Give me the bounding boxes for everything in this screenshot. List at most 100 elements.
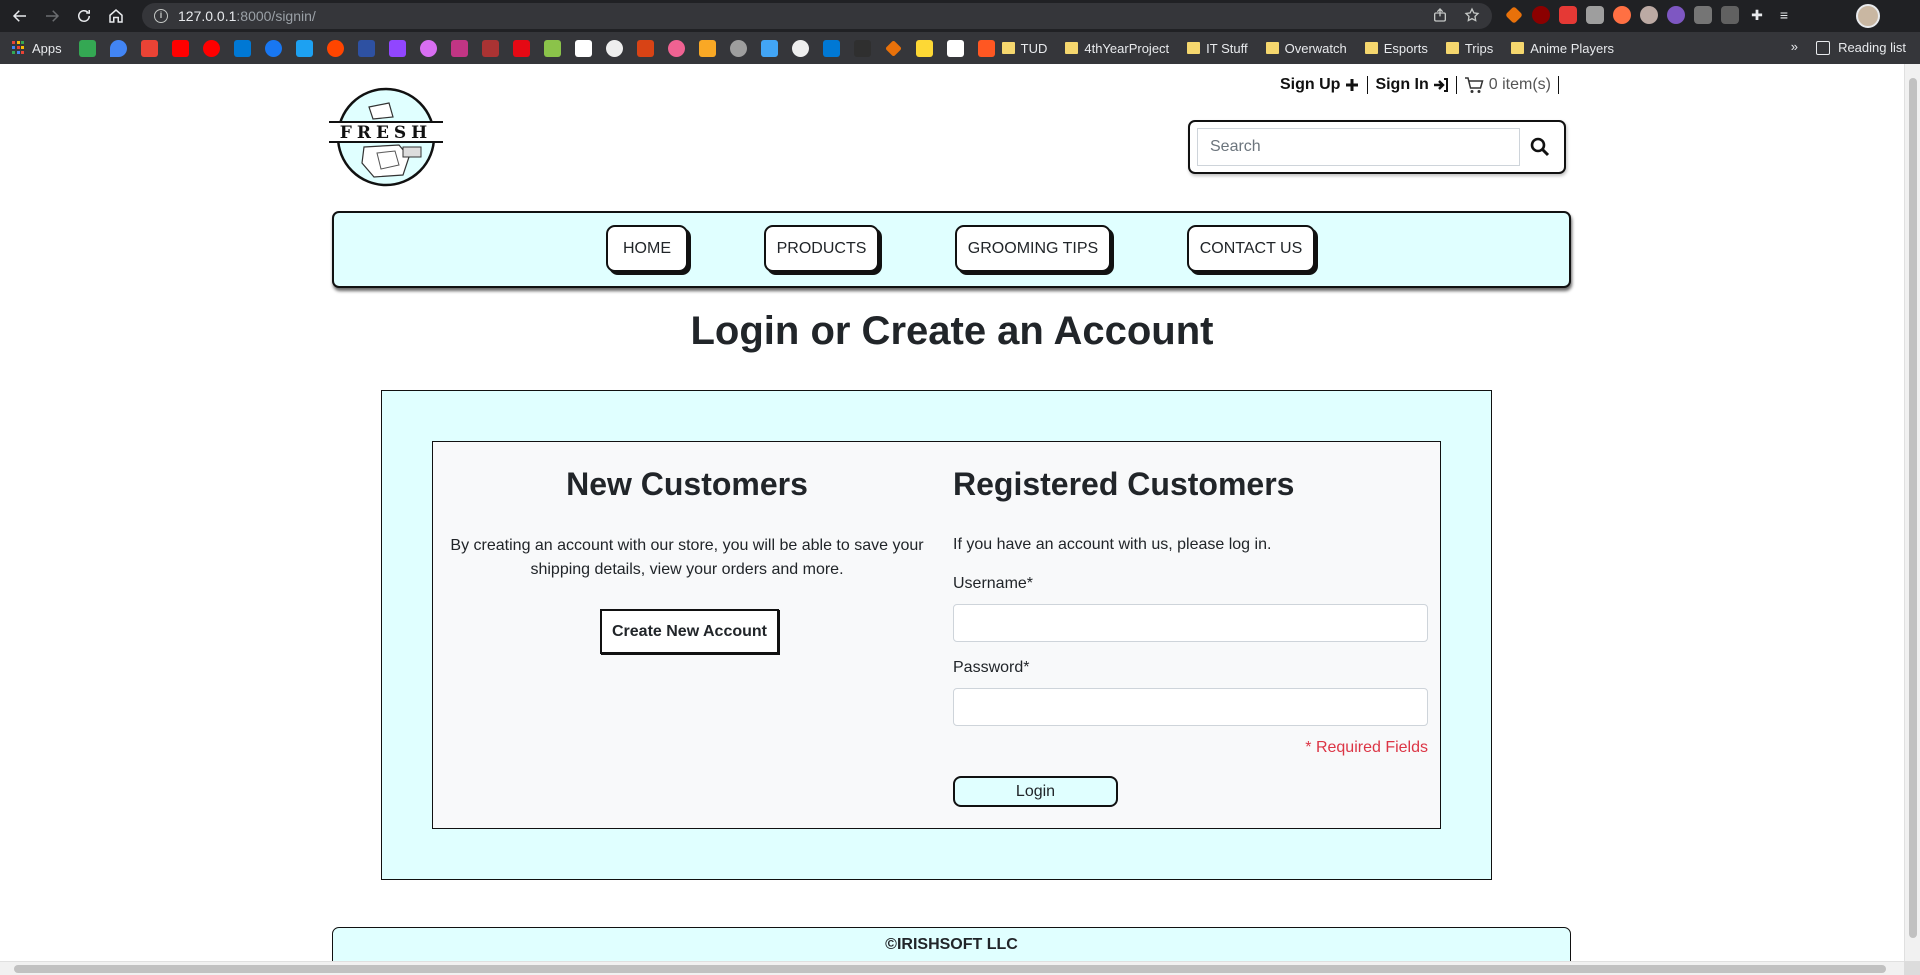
gmail-icon[interactable] xyxy=(140,39,158,57)
github-icon[interactable] xyxy=(791,39,809,57)
bookmark-icon[interactable] xyxy=(481,39,499,57)
bookmark-folder[interactable]: IT Stuff xyxy=(1187,41,1248,56)
maps-icon[interactable] xyxy=(109,39,127,57)
facebook-icon[interactable] xyxy=(264,39,282,57)
sign-in-link[interactable]: Sign In xyxy=(1375,76,1448,94)
bookmark-icon[interactable] xyxy=(667,39,685,57)
nav-contact-us[interactable]: CONTACT US xyxy=(1187,225,1315,272)
youtube-music-icon[interactable] xyxy=(202,39,220,57)
bookmark-folder[interactable]: 4thYearProject xyxy=(1065,41,1169,56)
brave-icon[interactable] xyxy=(977,39,995,57)
back-button[interactable] xyxy=(4,0,36,32)
sign-in-label: Sign In xyxy=(1375,76,1429,93)
extension-icon[interactable] xyxy=(1505,6,1523,24)
page-content: FRESH Sign Up Sign In 0 item(s) HOME xyxy=(0,64,1904,961)
scroll-thumb[interactable] xyxy=(14,965,1886,973)
share-icon[interactable] xyxy=(1432,7,1448,23)
search-input[interactable] xyxy=(1197,128,1520,166)
site-footer: ©IRISHSOFT LLC xyxy=(332,927,1571,961)
nav-grooming-tips[interactable]: GROOMING TIPS xyxy=(955,225,1111,272)
drive-icon[interactable] xyxy=(78,39,96,57)
vertical-scrollbar[interactable] xyxy=(1904,64,1920,961)
username-field[interactable] xyxy=(953,604,1428,642)
folder-icon xyxy=(1445,42,1459,54)
bookmark-folder[interactable]: Trips xyxy=(1445,41,1493,56)
horizontal-scrollbar[interactable] xyxy=(0,961,1904,975)
bookmark-icon[interactable] xyxy=(822,39,840,57)
home-button[interactable] xyxy=(100,0,132,32)
bookmark-icon[interactable] xyxy=(853,39,871,57)
extensions-puzzle-icon[interactable]: ✚ xyxy=(1748,6,1766,24)
folder-label: Esports xyxy=(1383,40,1428,56)
extension-icon[interactable] xyxy=(1586,6,1604,24)
sign-up-label: Sign Up xyxy=(1280,76,1341,93)
bookmark-icon[interactable] xyxy=(946,39,964,57)
media-control-icon[interactable]: ≡ xyxy=(1775,6,1793,24)
bookmark-icon[interactable] xyxy=(450,39,468,57)
address-bar[interactable]: i 127.0.0.1:8000/signin/ xyxy=(142,3,1492,29)
bookmark-folder[interactable]: Esports xyxy=(1364,40,1428,56)
reload-button[interactable] xyxy=(68,0,100,32)
bookmark-icon[interactable] xyxy=(915,39,933,57)
bookmark-icon[interactable] xyxy=(419,39,437,57)
bookmark-folder[interactable]: Anime Players xyxy=(1511,41,1614,56)
bookmark-icon[interactable] xyxy=(605,39,623,57)
reload-icon xyxy=(78,10,90,22)
bookmark-folder[interactable]: TUD xyxy=(1001,40,1048,56)
cart-link[interactable]: 0 item(s) xyxy=(1464,76,1551,94)
twitter-icon[interactable] xyxy=(295,39,313,57)
password-field[interactable] xyxy=(953,688,1428,726)
scroll-thumb[interactable] xyxy=(1909,78,1917,938)
bookmark-folder[interactable]: Overwatch xyxy=(1265,41,1347,56)
logo-text: FRESH xyxy=(340,123,433,143)
windows-icon[interactable] xyxy=(760,39,778,57)
extension-icon[interactable] xyxy=(1613,6,1631,24)
extension-icon[interactable] xyxy=(1640,6,1658,24)
profile-avatar[interactable] xyxy=(1856,4,1880,28)
folder-label: TUD xyxy=(1020,40,1048,56)
youtube-icon[interactable] xyxy=(171,39,189,57)
site-logo[interactable]: FRESH xyxy=(329,87,443,187)
auth-card: New Customers By creating an account wit… xyxy=(432,441,1441,829)
more-bookmarks-chevron[interactable]: » xyxy=(1791,39,1798,54)
sign-up-link[interactable]: Sign Up xyxy=(1280,76,1360,94)
extension-icon[interactable] xyxy=(1667,6,1685,24)
nav-home[interactable]: HOME xyxy=(606,225,688,272)
folder-icon xyxy=(1001,42,1015,54)
myanimelist-icon[interactable] xyxy=(357,39,375,57)
nav-products[interactable]: PRODUCTS xyxy=(764,225,879,272)
divider xyxy=(1558,76,1559,94)
bookmark-icon[interactable] xyxy=(636,39,654,57)
bookmark-star-icon[interactable] xyxy=(1464,7,1480,23)
create-account-button[interactable]: Create New Account xyxy=(600,609,779,654)
extension-icon[interactable] xyxy=(1721,6,1739,24)
bookmark-icon[interactable] xyxy=(884,39,902,57)
search-button[interactable] xyxy=(1520,128,1560,166)
new-customers-heading: New Customers xyxy=(566,466,808,502)
folder-icon xyxy=(1511,42,1525,54)
twitch-icon[interactable] xyxy=(388,39,406,57)
ublock-icon[interactable] xyxy=(1532,6,1550,24)
netflix-icon[interactable] xyxy=(512,39,530,57)
apps-shortcut[interactable]: Apps xyxy=(12,41,62,56)
password-label: Password* xyxy=(953,659,1030,676)
divider xyxy=(1367,76,1369,94)
extension-icon[interactable] xyxy=(1559,6,1577,24)
login-button[interactable]: Login xyxy=(953,776,1118,807)
extension-icon[interactable] xyxy=(1694,6,1712,24)
reddit-icon[interactable] xyxy=(326,39,344,57)
back-arrow-icon xyxy=(12,10,26,22)
outlook-icon[interactable] xyxy=(233,39,251,57)
folder-label: Anime Players xyxy=(1530,40,1615,56)
auth-panel: New Customers By creating an account wit… xyxy=(381,390,1492,880)
bookmark-icon[interactable] xyxy=(729,39,747,57)
forward-button[interactable] xyxy=(36,0,68,32)
scrollbar-corner xyxy=(1904,961,1920,975)
site-info-icon[interactable]: i xyxy=(154,9,168,23)
bookmark-icon[interactable] xyxy=(543,39,561,57)
account-links: Sign Up Sign In 0 item(s) xyxy=(1280,76,1566,94)
bookmark-icon[interactable] xyxy=(698,39,716,57)
reading-list-button[interactable]: Reading list xyxy=(1816,40,1906,55)
folder-icon xyxy=(1187,42,1201,54)
amazon-icon[interactable] xyxy=(574,39,592,57)
